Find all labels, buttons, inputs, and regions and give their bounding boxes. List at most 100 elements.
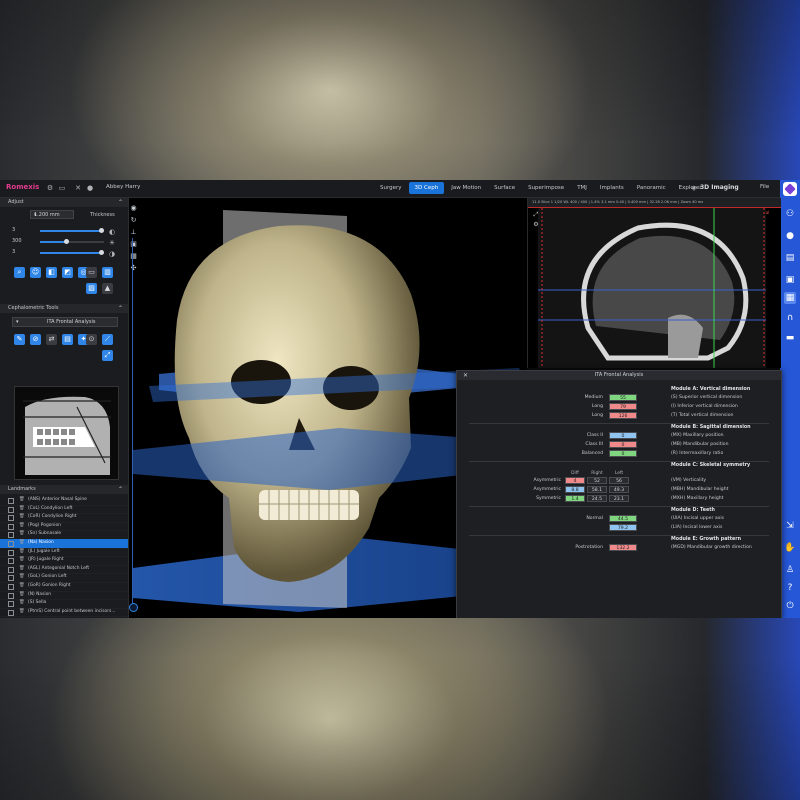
layout-split-icon[interactable]: ▥ [102, 267, 113, 278]
landmark-checkbox[interactable] [8, 558, 14, 565]
user-settings-icon[interactable]: ♙ [784, 564, 796, 576]
tab-superimpose[interactable]: Superimpose [522, 182, 570, 194]
hide-icon[interactable]: ⊘ [30, 334, 41, 345]
trash-icon[interactable]: 🗑 [19, 591, 25, 600]
landmark-checkbox[interactable] [8, 523, 14, 530]
landmark-checkbox[interactable] [8, 566, 14, 573]
layout-single-icon[interactable]: ▭ [86, 267, 97, 278]
ruler-icon[interactable]: ⟋ [102, 334, 113, 345]
color-view-icon[interactable]: ◩ [62, 267, 73, 278]
trash-icon[interactable]: 🗑 [19, 530, 25, 539]
trash-icon[interactable]: 🗑 [19, 505, 25, 514]
vertical-slider-track[interactable] [132, 238, 133, 608]
tab-tmj[interactable]: TMJ [571, 182, 593, 194]
slider-1-value: 3 [12, 227, 16, 233]
3d-icon[interactable]: ▦ [784, 292, 796, 304]
dialog-title-bar[interactable]: ✕ ITA Frontal Analysis [457, 371, 781, 380]
close-icon[interactable]: ✕ [463, 371, 468, 380]
collapse-icon[interactable]: ⌃ [118, 198, 123, 207]
vertical-slider-knob[interactable] [129, 603, 138, 612]
tab-panoramic[interactable]: Panoramic [631, 182, 672, 194]
target-icon[interactable]: ⊙ [86, 334, 97, 345]
collapse-icon[interactable]: ⌃ [118, 304, 123, 313]
adjust-header[interactable]: Adjust ⌃ [0, 198, 128, 207]
image-icon[interactable]: ▣ [784, 274, 796, 286]
monitor-icon[interactable]: ▭ [58, 184, 66, 192]
trash-icon[interactable]: 🗑 [19, 608, 25, 617]
slider-2[interactable] [40, 239, 104, 244]
box-icon[interactable]: ▣ [129, 240, 138, 249]
tab-implants[interactable]: Implants [594, 182, 630, 194]
expand-icon[interactable]: ⤢ [102, 350, 113, 361]
collapse-icon[interactable]: ⌃ [118, 485, 123, 494]
close-icon[interactable]: ✕ [74, 184, 82, 192]
mountain-icon[interactable]: ▲ [102, 283, 113, 294]
tab-surgery[interactable]: Surgery [374, 182, 408, 194]
image-tool-icon[interactable]: ▨ [86, 283, 97, 294]
landmark-checkbox[interactable] [8, 549, 14, 556]
tab-jaw-motion[interactable]: Jaw Motion [445, 182, 487, 194]
power-icon[interactable]: ⏻ [784, 600, 796, 612]
app-title: 3D Imaging [700, 184, 739, 191]
rotate-icon[interactable]: ↻ [129, 216, 138, 225]
message-icon[interactable]: ▬ [784, 332, 796, 344]
target-icon[interactable]: ✣ [129, 264, 138, 273]
trash-icon[interactable]: 🗑 [19, 556, 25, 565]
ceph-tools-header[interactable]: Cephalometric Tools ⌃ [0, 304, 128, 313]
landmark-checkbox[interactable] [8, 498, 14, 504]
measurement-label: (MXH) Maxillary height [671, 496, 724, 501]
export-icon[interactable]: ⇲ [784, 520, 796, 532]
user-icon[interactable]: ● [86, 184, 94, 192]
landmarks-header[interactable]: Landmarks ⌃ [0, 485, 128, 494]
landmark-checkbox[interactable] [8, 506, 14, 513]
landmark-row[interactable]: 🗑 (PtmS) Central point between incisors..… [0, 608, 128, 618]
analysis-select[interactable]: ITA Frontal Analysis ▾ [12, 317, 118, 327]
skull-shape [174, 225, 420, 582]
hand-icon[interactable]: ✋ [784, 542, 796, 554]
mirror-icon[interactable]: ⇄ [46, 334, 57, 345]
thickness-select[interactable]: 1.200 mm ▾ [30, 210, 74, 219]
tab-surface[interactable]: Surface [488, 182, 521, 194]
measure-icon[interactable]: ⟂ [129, 228, 138, 237]
value-cell: 79 [609, 403, 637, 410]
landmark-checkbox[interactable] [8, 575, 14, 582]
trash-icon[interactable]: 🗑 [19, 539, 25, 548]
trash-icon[interactable]: 🗑 [19, 513, 25, 522]
landmark-checkbox[interactable] [8, 601, 14, 608]
person-icon[interactable]: ● [784, 230, 796, 242]
dialog-title: ITA Frontal Analysis [594, 372, 644, 378]
landmark-checkbox[interactable] [8, 592, 14, 599]
trash-icon[interactable]: 🗑 [19, 599, 25, 608]
headset-icon[interactable]: ∩ [784, 312, 796, 324]
settings-icon[interactable]: ⚙ [532, 220, 540, 229]
zoom-tool-icon[interactable]: ⌕ [14, 267, 25, 278]
trash-icon[interactable]: 🗑 [19, 548, 25, 557]
landmark-checkbox[interactable] [8, 609, 14, 616]
landmark-checkbox[interactable] [8, 532, 14, 539]
document-icon[interactable]: ▤ [784, 252, 796, 264]
patient-name[interactable]: Abbey Harry [106, 184, 140, 190]
fullscreen-icon[interactable]: ⤢ [532, 210, 540, 219]
face-view-icon[interactable]: ☺ [30, 267, 41, 278]
lateral-view-icon[interactable]: ◧ [46, 267, 57, 278]
trash-icon[interactable]: 🗑 [19, 573, 25, 582]
tab-3d-ceph[interactable]: 3D Ceph [408, 182, 445, 194]
help-icon[interactable]: ? [784, 582, 796, 594]
trash-icon[interactable]: 🗑 [19, 496, 25, 505]
report-icon[interactable]: ▤ [62, 334, 73, 345]
slider-3[interactable] [40, 250, 104, 255]
trash-icon[interactable]: 🗑 [19, 565, 25, 574]
file-menu[interactable]: File [760, 184, 769, 190]
cube-view-icon[interactable]: ▦ [129, 252, 138, 261]
landmark-checkbox[interactable] [8, 584, 14, 590]
trash-icon[interactable]: 🗑 [19, 522, 25, 531]
sagittal-view[interactable]: 11.0 Slice 1 1/20 WL 400 / 400 | 1.4% 3.… [527, 198, 781, 368]
trace-tool-icon[interactable]: ✎ [14, 334, 25, 345]
landmark-checkbox[interactable] [8, 515, 14, 522]
landmark-checkbox[interactable] [8, 541, 14, 547]
gear-icon[interactable]: ⚙ [46, 184, 54, 192]
trash-icon[interactable]: 🗑 [19, 582, 25, 591]
camera-icon[interactable]: ◉ [129, 204, 138, 213]
slider-1[interactable] [40, 228, 104, 233]
patients-icon[interactable]: ⚇ [784, 208, 796, 220]
